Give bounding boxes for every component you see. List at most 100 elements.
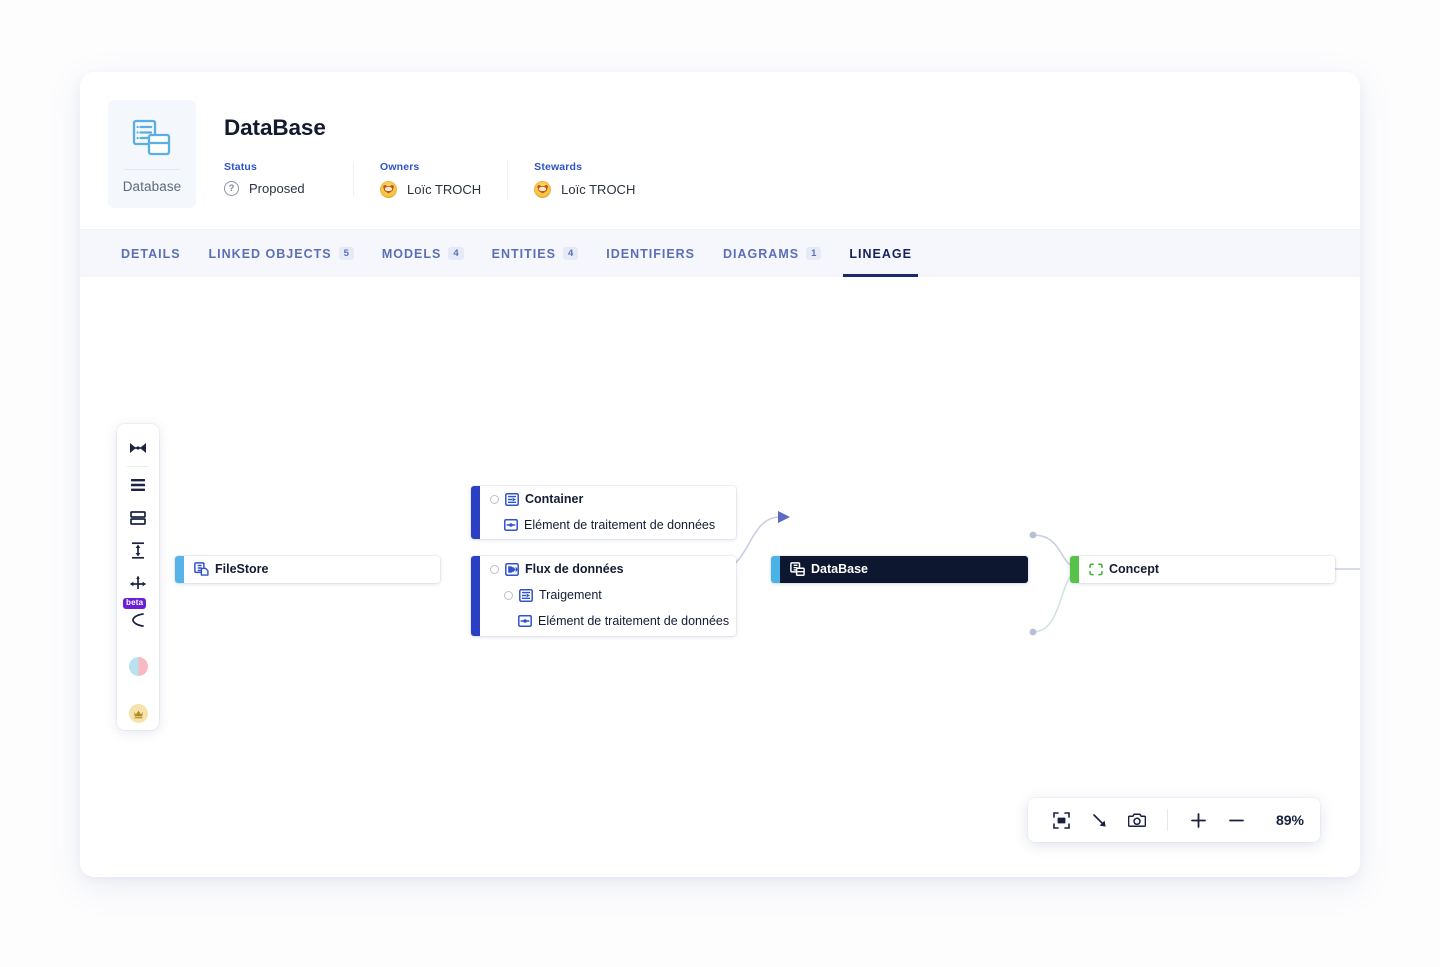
node-row[interactable]: Concept — [1079, 556, 1335, 582]
steward-name: Loïc TROCH — [561, 182, 636, 197]
node-collapse-toggle[interactable] — [490, 494, 499, 504]
avatar — [534, 181, 552, 198]
node-body: DataBase — [780, 556, 1028, 583]
node-row[interactable]: Container — [480, 486, 736, 512]
meta-value-stewards[interactable]: Loïc TROCH — [534, 181, 635, 198]
node-accent-bar — [471, 486, 480, 539]
container-icon — [519, 588, 533, 602]
meta-label-stewards: Stewards — [534, 161, 583, 173]
status-text: Proposed — [249, 181, 305, 196]
node-body: FileStore — [184, 556, 440, 583]
node-label: Elément de traitement de données — [538, 614, 730, 628]
tab-count: 5 — [338, 247, 354, 260]
resize-diagonal-icon[interactable] — [1082, 803, 1116, 837]
node-label: Elément de traitement de données — [524, 518, 716, 532]
grid-layout-icon[interactable] — [121, 501, 155, 534]
tab-details[interactable]: DETAILS — [107, 230, 195, 277]
tab-lineage[interactable]: LINEAGE — [835, 230, 926, 277]
tab-count: 4 — [562, 247, 579, 260]
meta-value-status[interactable]: ? Proposed — [224, 181, 327, 196]
fit-to-screen-icon[interactable] — [1044, 803, 1078, 837]
zoom-level: 89% — [1275, 812, 1304, 828]
database-icon — [132, 119, 172, 157]
tab-entities[interactable]: ENTITIES 4 — [478, 230, 593, 277]
node-collapse-toggle[interactable] — [504, 590, 513, 600]
expand-impact-icon[interactable] — [121, 567, 155, 600]
lineage-node-concept[interactable]: Concept — [1070, 556, 1335, 583]
object-header: Database DataBase Status ? Proposed Owne… — [80, 72, 1360, 229]
node-row[interactable]: Flux de données — [480, 556, 736, 582]
node-body: Container Elément de traitement de donné… — [480, 486, 736, 539]
meta-value-owners[interactable]: Loïc TROCH — [380, 181, 481, 198]
lineage-canvas[interactable]: beta FileStore Container Elément de trai… — [80, 277, 1360, 877]
tab-diagrams[interactable]: DIAGRAMS 1 — [709, 230, 835, 277]
tab-label: MODELS — [381, 246, 442, 261]
owner-name: Loïc TROCH — [407, 182, 482, 197]
page-title: DataBase — [224, 115, 326, 140]
filestore-icon — [194, 562, 209, 576]
node-accent-bar — [471, 556, 480, 636]
zoom-out-button[interactable] — [1219, 803, 1253, 837]
beta-badge: beta — [123, 597, 147, 609]
camera-icon[interactable] — [1120, 803, 1154, 837]
tab-count: 1 — [806, 247, 822, 260]
meta-label-owners: Owners — [380, 161, 420, 173]
tab-models[interactable]: MODELS 4 — [368, 230, 478, 277]
tab-label: ENTITIES — [491, 246, 556, 261]
concept-icon — [1089, 562, 1103, 576]
half-circle-shape — [128, 657, 148, 677]
container-icon — [505, 492, 519, 506]
object-header-main: DataBase Status ? Proposed Owners Loïc T… — [224, 100, 661, 198]
object-detail-card: Database DataBase Status ? Proposed Owne… — [80, 72, 1360, 877]
lineage-node-container[interactable]: Container Elément de traitement de donné… — [471, 486, 736, 539]
tab-label: IDENTIFIERS — [606, 246, 696, 261]
badge-divider — [124, 168, 180, 170]
node-row[interactable]: Traigement — [480, 582, 736, 608]
node-accent-bar — [771, 556, 780, 583]
app-root: Database DataBase Status ? Proposed Owne… — [0, 0, 1440, 967]
dataflow-icon — [505, 562, 519, 576]
list-layout-icon[interactable] — [121, 469, 155, 502]
node-collapse-toggle[interactable] — [490, 564, 499, 574]
node-label: FileStore — [215, 562, 269, 576]
lineage-node-flux-de-donnees[interactable]: Flux de données Traigement Elément de tr… — [471, 556, 736, 636]
zoom-divider — [1167, 809, 1168, 831]
tab-label: LINKED OBJECTS — [208, 246, 332, 261]
quality-crown-icon[interactable] — [121, 697, 155, 730]
tab-count: 4 — [448, 247, 464, 260]
meta-field-stewards: Stewards Loïc TROCH — [508, 161, 661, 198]
tab-linked-objects[interactable]: LINKED OBJECTS 5 — [195, 230, 368, 277]
meta-field-owners: Owners Loïc TROCH — [354, 161, 509, 198]
tab-label: DIAGRAMS — [723, 246, 800, 261]
node-label: Concept — [1109, 562, 1159, 576]
question-circle-icon: ? — [224, 181, 239, 196]
color-legend-icon[interactable] — [121, 651, 155, 684]
lineage-node-filestore[interactable]: FileStore — [175, 556, 440, 583]
object-type-label: Database — [122, 178, 182, 194]
node-row[interactable]: Elément de traitement de données — [480, 512, 736, 538]
avatar — [380, 181, 397, 198]
tab-bar: DETAILS LINKED OBJECTS 5 MODELS 4 ENTITI… — [80, 229, 1360, 277]
data-processing-icon — [518, 615, 532, 627]
tab-label: LINEAGE — [849, 246, 912, 261]
node-row[interactable]: Elément de traitement de données — [480, 608, 736, 634]
collapse-all-icon[interactable] — [121, 432, 155, 465]
node-label: Container — [525, 492, 584, 506]
zoom-controls: 89% — [1028, 798, 1320, 842]
node-row[interactable]: DataBase — [780, 556, 1028, 582]
lineage-toolbar: beta — [117, 424, 159, 730]
node-body: Flux de données Traigement Elément de tr… — [480, 556, 736, 636]
node-accent-bar — [1070, 556, 1079, 583]
meta-label-status: Status — [224, 161, 257, 173]
vertical-fit-icon[interactable] — [121, 534, 155, 567]
node-row[interactable]: FileStore — [184, 556, 440, 582]
lineage-node-database[interactable]: DataBase — [771, 556, 1028, 583]
tab-identifiers[interactable]: IDENTIFIERS — [592, 230, 709, 277]
crown-circle-shape — [128, 704, 148, 724]
zoom-in-button[interactable] — [1181, 803, 1215, 837]
branch-icon[interactable]: beta — [121, 597, 155, 633]
node-accent-bar — [175, 556, 184, 583]
database-node-icon — [790, 562, 805, 576]
object-type-badge: Database — [108, 100, 196, 208]
tab-label: DETAILS — [121, 246, 181, 261]
